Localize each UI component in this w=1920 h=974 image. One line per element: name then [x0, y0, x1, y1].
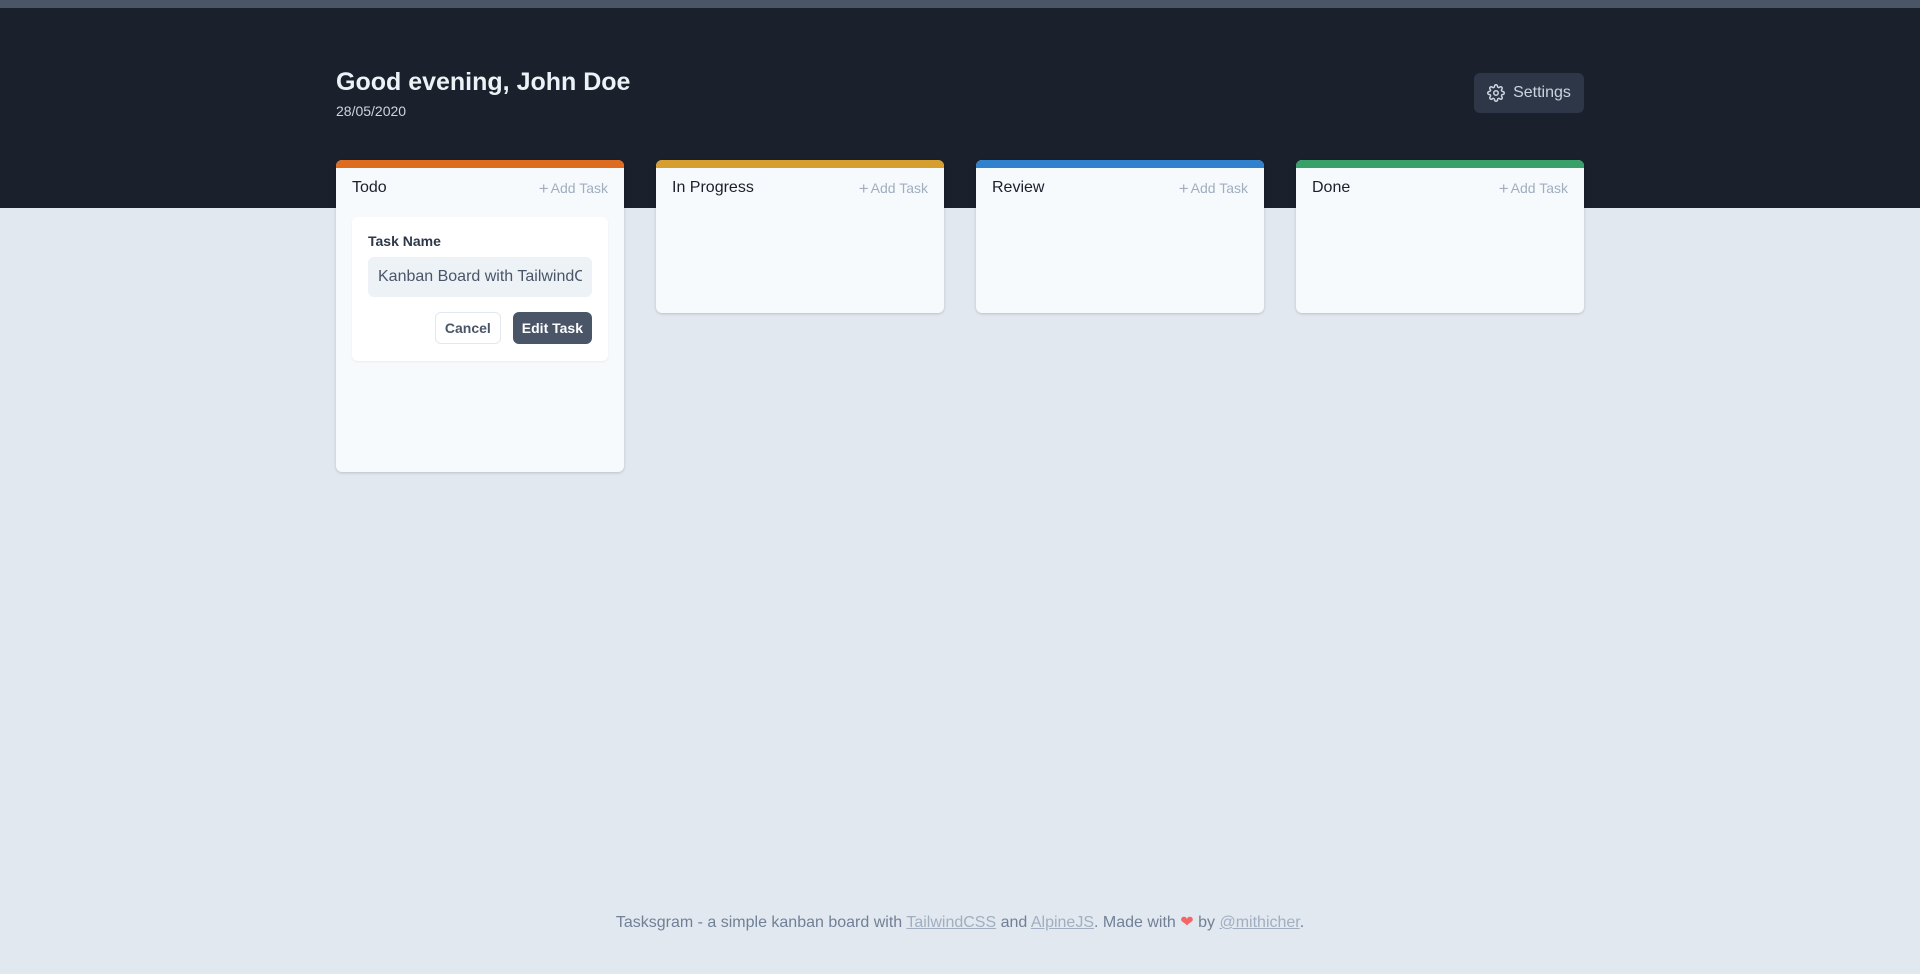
- column-review: Review + Add Task: [976, 160, 1264, 313]
- column-header: Todo + Add Task: [336, 168, 624, 208]
- column-color-bar: [336, 160, 624, 168]
- add-task-label: Add Task: [1510, 180, 1568, 196]
- column-in-progress: In Progress + Add Task: [656, 160, 944, 313]
- plus-icon: +: [538, 178, 549, 198]
- add-task-label: Add Task: [550, 180, 608, 196]
- alpinejs-link[interactable]: AlpineJS: [1031, 914, 1094, 931]
- page-header: [0, 8, 1920, 208]
- top-accent-strip: [0, 0, 1920, 8]
- form-actions: Cancel Edit Task: [368, 312, 592, 344]
- task-name-label: Task Name: [368, 233, 441, 249]
- plus-icon: +: [858, 178, 869, 198]
- add-task-button[interactable]: + Add Task: [1179, 180, 1248, 197]
- tailwindcss-link[interactable]: TailwindCSS: [906, 914, 996, 931]
- task-name-input[interactable]: [368, 257, 592, 297]
- settings-label: Settings: [1513, 84, 1571, 101]
- add-task-button[interactable]: + Add Task: [859, 180, 928, 197]
- footer-text: by: [1193, 914, 1220, 931]
- heart-icon: ❤: [1180, 914, 1194, 931]
- plus-icon: +: [1498, 178, 1509, 198]
- cancel-button[interactable]: Cancel: [434, 312, 501, 344]
- column-done: Done + Add Task: [1296, 160, 1584, 313]
- current-date: 28/05/2020: [336, 103, 407, 119]
- author-link[interactable]: @mithicher: [1219, 914, 1299, 931]
- column-color-bar: [1296, 160, 1584, 168]
- column-header: In Progress + Add Task: [656, 168, 944, 208]
- edit-task-form: Task Name Cancel Edit Task: [352, 217, 608, 361]
- gear-icon: [1487, 84, 1506, 102]
- footer-text: .: [1299, 914, 1305, 931]
- add-task-label: Add Task: [1190, 180, 1248, 196]
- page-footer: Tasksgram - a simple kanban board with T…: [0, 912, 1920, 932]
- plus-icon: +: [1178, 178, 1189, 198]
- column-header: Done + Add Task: [1296, 168, 1584, 208]
- column-color-bar: [656, 160, 944, 168]
- add-task-button[interactable]: + Add Task: [1499, 180, 1568, 197]
- column-title: In Progress: [672, 179, 754, 196]
- column-title: Done: [1312, 179, 1351, 196]
- settings-button[interactable]: Settings: [1474, 73, 1584, 113]
- column-title: Review: [992, 179, 1045, 196]
- column-color-bar: [976, 160, 1264, 168]
- edit-task-button[interactable]: Edit Task: [512, 312, 592, 344]
- column-todo: Todo + Add Task Task Name Cancel Edit Ta…: [336, 160, 624, 472]
- add-task-button[interactable]: + Add Task: [539, 180, 608, 197]
- footer-text: . Made with: [1094, 914, 1181, 931]
- column-title: Todo: [352, 179, 387, 196]
- greeting-title: Good evening, John Doe: [336, 68, 631, 96]
- footer-text: and: [996, 914, 1031, 931]
- footer-text: Tasksgram - a simple kanban board with: [615, 914, 907, 931]
- column-header: Review + Add Task: [976, 168, 1264, 208]
- add-task-label: Add Task: [870, 180, 928, 196]
